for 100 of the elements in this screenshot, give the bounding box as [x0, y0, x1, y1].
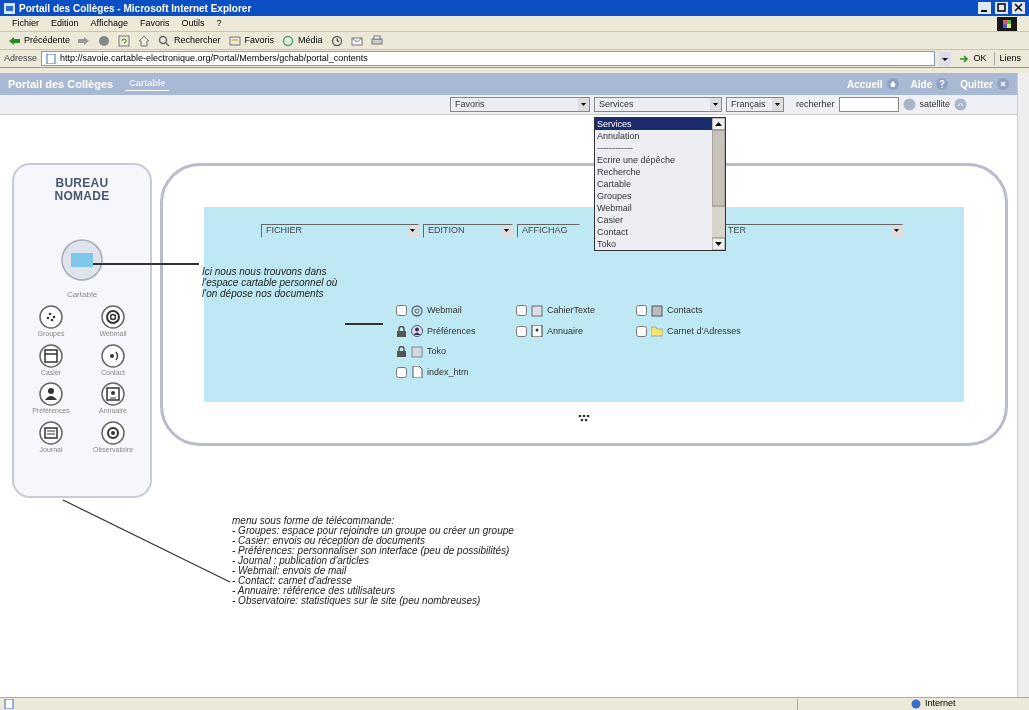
- home-icon: [138, 34, 151, 47]
- checkbox[interactable]: [396, 366, 407, 378]
- scrollbar-drawing[interactable]: [712, 118, 725, 250]
- dropdown-field[interactable]: AFFICHAG: [517, 224, 580, 238]
- menu-item[interactable]: Fichier: [12, 16, 39, 31]
- menu-item[interactable]: Favoris: [139, 16, 170, 31]
- file-link[interactable]: Préférences: [427, 324, 476, 338]
- contact-card-icon: [101, 382, 125, 406]
- toolbar-button[interactable]: Rechercher: [158, 33, 221, 48]
- document-icon: [411, 366, 423, 379]
- dropdown-option[interactable]: Ecrire une dépêche: [595, 154, 712, 166]
- toolbar-button[interactable]: [350, 34, 363, 47]
- portal-title: Portail des Collèges: [8, 76, 114, 92]
- menu-item[interactable]: Affichage: [90, 16, 128, 31]
- page-icon: [4, 699, 14, 709]
- satellite-label: satellite: [919, 97, 951, 111]
- scrollbar[interactable]: [1017, 73, 1029, 697]
- window-title: Portail des Collèges - Microsoft Internet Explorer: [19, 1, 252, 16]
- file-link[interactable]: CahierTexte: [547, 304, 596, 318]
- maximize-icon[interactable]: [995, 2, 1008, 14]
- dropdown-field[interactable]: EDITION: [423, 224, 513, 238]
- checkbox[interactable]: [396, 305, 407, 317]
- dropdown-option[interactable]: Services: [595, 118, 712, 130]
- close-icon[interactable]: [1012, 2, 1025, 14]
- dropdown-option[interactable]: Cartable: [595, 178, 712, 190]
- close-icon: [997, 78, 1009, 90]
- search-icon: [158, 34, 171, 47]
- logo-text: NOMADE: [54, 190, 110, 203]
- address-label: Adresse: [4, 51, 38, 65]
- dropdown-option[interactable]: Toko: [595, 238, 712, 250]
- toolbar-button[interactable]: [118, 34, 131, 47]
- checkbox[interactable]: [516, 325, 527, 337]
- signal-icon: [101, 343, 125, 368]
- toolbar-button[interactable]: [138, 34, 151, 47]
- clock-icon: [330, 34, 343, 47]
- file-link[interactable]: Annuaire: [547, 324, 584, 338]
- address-field[interactable]: http://savoie.cartable-electronique.org/Portal/Members/gchab/portal_contents: [41, 51, 936, 66]
- help-icon: [936, 78, 949, 90]
- menu-item[interactable]: Outils: [181, 16, 205, 31]
- checkbox[interactable]: [516, 305, 527, 317]
- toolbar-button[interactable]: [330, 34, 343, 47]
- toolbar-button[interactable]: Précédente: [8, 33, 71, 48]
- mail-icon: [350, 34, 363, 47]
- toolbar-button[interactable]: [78, 34, 91, 47]
- toolbar-button[interactable]: [370, 34, 383, 47]
- file-link[interactable]: Contacts: [667, 304, 703, 318]
- dropdown-field[interactable]: FICHIER: [261, 224, 419, 238]
- dropdown-option[interactable]: Contact: [595, 226, 712, 238]
- checkbox[interactable]: [636, 305, 647, 317]
- dropdown-option[interactable]: Groupes: [595, 190, 712, 202]
- annotation-text: - Journal : publication d'articles: [232, 556, 370, 566]
- status-zone: Internet: [925, 697, 957, 710]
- toolbar-button[interactable]: Favoris: [228, 33, 275, 48]
- windows-logo-icon: [997, 16, 1017, 31]
- window-icon: [39, 343, 63, 368]
- annotation-text: - Contact: carnet d'adresse: [232, 576, 353, 586]
- dropdown-option[interactable]: Annulation: [595, 130, 712, 142]
- annotation-text: - Annuaire: référence des utilisateurs: [232, 586, 397, 596]
- dropdown-field[interactable]: Services: [594, 97, 722, 112]
- person-icon: [39, 382, 63, 406]
- back-arrow-icon: [8, 34, 20, 47]
- annotation-text: - Groupes: espace pour rejoindre un groupe ou créer un groupe: [232, 526, 514, 536]
- file-link[interactable]: index_htm: [427, 365, 469, 379]
- people-icon: [39, 305, 63, 329]
- go-arrow-icon: [959, 53, 970, 64]
- search-label: recherher: [796, 97, 835, 111]
- dropdown-field[interactable]: Favoris: [450, 97, 590, 112]
- checkbox[interactable]: [636, 325, 647, 337]
- person-icon: [411, 325, 423, 338]
- links-button[interactable]: Liens: [994, 51, 1025, 66]
- toolbar-button[interactable]: Média: [282, 33, 323, 48]
- annotation-text: - Observatoire: statistiques sur le site (peu nombreuses): [232, 596, 482, 606]
- annotation-text: - Préférences: personnaliser son interface (peu de possibilités): [232, 546, 511, 556]
- menu-item[interactable]: Edition: [51, 16, 79, 31]
- browser-icon: [4, 2, 15, 14]
- minimize-icon[interactable]: [978, 2, 991, 14]
- file-link[interactable]: Webmail: [427, 304, 462, 318]
- annotation-text: Ici nous nous trouvons dans l'espace cartable personnel où l'on dépose nos documents: [202, 266, 338, 299]
- cartable-button[interactable]: Cartable: [61, 239, 103, 301]
- leader-line: [345, 323, 383, 325]
- file-link[interactable]: Carnet d'Adresses: [667, 324, 741, 338]
- dropdown-option[interactable]: Webmail: [595, 202, 712, 214]
- dropdown-option[interactable]: Recherche: [595, 166, 712, 178]
- dots-icon: [578, 414, 590, 422]
- home-icon: [886, 78, 899, 90]
- search-field[interactable]: [838, 97, 899, 112]
- file-link[interactable]: Toko: [427, 345, 446, 359]
- newspaper-icon: [39, 420, 63, 445]
- menu-item[interactable]: ?: [216, 16, 222, 31]
- go-button[interactable]: OK: [955, 51, 991, 66]
- annotation-text: - Casier: envois ou réception de documents: [232, 536, 425, 546]
- logo-text: BUREAU: [55, 177, 109, 190]
- dropdown-option[interactable]: Casier: [595, 214, 712, 226]
- eye-icon: [101, 420, 125, 445]
- lock-icon: [396, 325, 407, 337]
- dropdown-field[interactable]: Français: [726, 97, 784, 112]
- forward-arrow-icon: [78, 34, 91, 47]
- dropdown-field[interactable]: TER: [723, 224, 903, 238]
- dropdown-option[interactable]: ------------: [595, 142, 712, 154]
- page-icon: [46, 53, 57, 64]
